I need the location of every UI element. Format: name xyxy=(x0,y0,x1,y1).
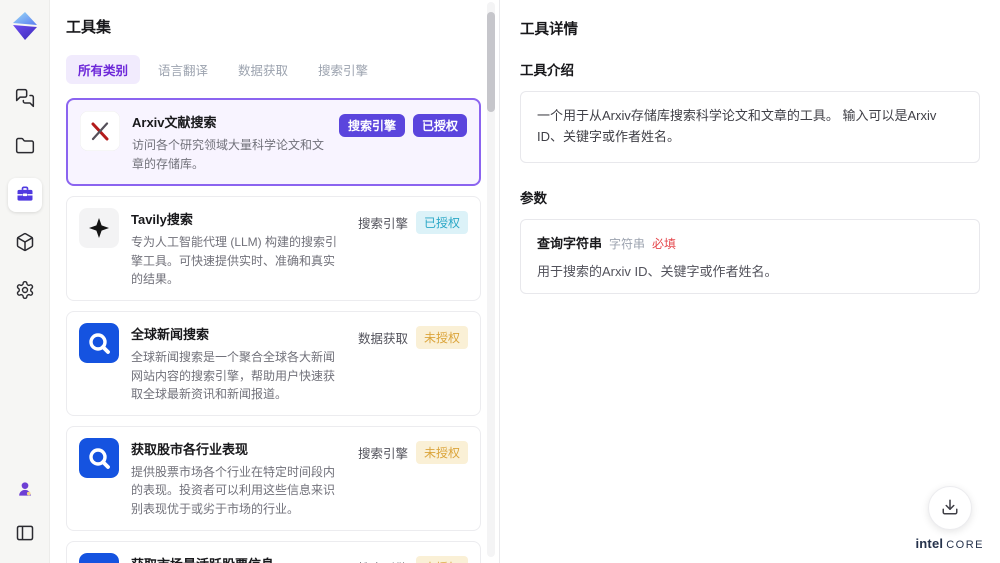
app-logo-icon xyxy=(9,10,41,42)
toolbox-icon xyxy=(15,184,35,207)
tool-list: Arxiv文献搜索 访问各个研究领域大量科学论文和文章的存储库。 搜索引擎 已授… xyxy=(66,98,499,563)
sidebar-item-files[interactable] xyxy=(8,130,42,164)
category-tabs: 所有类别 语言翻译 数据获取 搜索引擎 xyxy=(66,55,499,84)
tool-description: 提供股票市场各个行业在特定时间段内的表现。投资者可以利用这些信息来识别表现优于或… xyxy=(131,464,336,516)
settings-icon xyxy=(15,280,35,303)
brand-intel-text: intel xyxy=(915,536,944,551)
tool-icon xyxy=(79,208,119,249)
tool-list-scrollbar[interactable] xyxy=(487,2,495,557)
tool-name: Tavily搜索 xyxy=(131,212,193,228)
tool-auth-badge: 已授权 xyxy=(412,114,467,137)
sidebar-item-tools[interactable] xyxy=(7,178,42,212)
tool-category-badge: 搜索引擎 xyxy=(358,558,408,563)
tool-icon xyxy=(79,322,119,363)
tool-name: Arxiv文献搜索 xyxy=(132,115,217,130)
sidebar-nav xyxy=(7,82,42,308)
folder-icon xyxy=(15,136,35,159)
tool-icon xyxy=(80,111,120,151)
category-tab[interactable]: 数据获取 xyxy=(226,55,300,84)
tool-card[interactable]: Tavily搜索 专为人工智能代理 (LLM) 构建的搜索引擎工具。可快速提供实… xyxy=(66,196,481,301)
tool-card[interactable]: 全球新闻搜索 全球新闻搜索是一个聚合全球各大新闻网站内容的搜索引擎，帮助用户快速… xyxy=(66,310,481,416)
corner-widget: intel CORE xyxy=(915,486,984,551)
tool-description: 专为人工智能代理 (LLM) 构建的搜索引擎工具。可快速提供实时、准确和真实的结… xyxy=(131,235,338,287)
tool-description: 访问各个研究领域大量科学论文和文章的存储库。 xyxy=(132,138,325,171)
tool-name: 全球新闻搜索 xyxy=(131,326,210,342)
toolset-title: 工具集 xyxy=(66,19,112,36)
tool-card[interactable]: 获取股市各行业表现 提供股票市场各个行业在特定时间段内的表现。投资者可以利用这些… xyxy=(66,425,481,531)
category-tab[interactable]: 语言翻译 xyxy=(146,55,220,84)
tool-category-badge: 搜索引擎 xyxy=(357,446,408,461)
app-sidebar xyxy=(0,0,50,563)
tool-intro-box: 一个用于从Arxiv存储库搜索科学论文和文章的工具。 输入可以是Arxiv ID… xyxy=(520,91,980,163)
brand-core-text: CORE xyxy=(946,539,984,551)
sidebar-bottom xyxy=(8,473,42,551)
param-name: 查询字符串 xyxy=(537,235,603,251)
tool-icon xyxy=(79,552,119,563)
category-tab[interactable]: 所有类别 xyxy=(66,55,141,84)
chat-icon xyxy=(15,88,35,111)
tool-category-badge: 搜索引擎 xyxy=(357,217,408,232)
sidebar-item-chat[interactable] xyxy=(8,82,42,116)
param-required-badge: 必填 xyxy=(652,236,677,251)
intel-core-logo: intel CORE xyxy=(915,536,984,551)
tool-icon xyxy=(79,437,119,478)
tool-card[interactable]: Arxiv文献搜索 访问各个研究领域大量科学论文和文章的存储库。 搜索引擎 已授… xyxy=(66,98,481,187)
tool-category-badge: 数据获取 xyxy=(357,331,408,346)
tool-auth-badge: 未授权 xyxy=(415,555,468,563)
package-icon xyxy=(15,232,35,255)
download-button[interactable] xyxy=(927,486,972,530)
tool-card[interactable]: 获取市场最活跃股票信息 提供当天交易量最高的股票列表，投资者可以利用这些信息来识… xyxy=(66,540,481,563)
tool-description: 全球新闻搜索是一个聚合全球各大新闻网站内容的搜索引擎，帮助用户快速获取全球最新资… xyxy=(131,349,336,402)
panel-toggle-icon xyxy=(15,523,35,546)
intro-heading: 工具介绍 xyxy=(520,63,574,78)
param-type: 字符串 xyxy=(609,236,646,251)
param-description: 用于搜索的Arxiv ID、关键字或作者姓名。 xyxy=(537,263,778,279)
sidebar-item-packages[interactable] xyxy=(8,226,42,260)
download-icon xyxy=(941,498,959,519)
params-heading: 参数 xyxy=(520,190,547,206)
param-card: 查询字符串 字符串 必填 用于搜索的Arxiv ID、关键字或作者姓名。 xyxy=(520,218,980,294)
category-tab[interactable]: 搜索引擎 xyxy=(306,55,380,84)
sidebar-item-settings[interactable] xyxy=(8,274,42,308)
toolset-panel: 工具集 所有类别 语言翻译 数据获取 搜索引擎 Arxiv文献搜索 访问各个研究… xyxy=(50,0,500,563)
params-list: 查询字符串 字符串 必填 用于搜索的Arxiv ID、关键字或作者姓名。 xyxy=(520,218,980,294)
tool-name: 获取股市各行业表现 xyxy=(131,441,249,457)
tool-category-badge: 搜索引擎 xyxy=(338,114,405,137)
tool-name: 获取市场最活跃股票信息 xyxy=(131,554,346,563)
user-avatar-icon xyxy=(15,479,35,502)
tool-details-panel: 工具详情 工具介绍 一个用于从Arxiv存储库搜索科学论文和文章的工具。 输入可… xyxy=(500,0,1000,563)
details-title: 工具详情 xyxy=(520,22,578,38)
scrollbar-thumb[interactable] xyxy=(487,12,495,112)
tool-auth-badge: 已授权 xyxy=(415,211,468,235)
panel-toggle-button[interactable] xyxy=(8,517,42,551)
tool-auth-badge: 未授权 xyxy=(415,440,468,464)
tool-auth-badge: 未授权 xyxy=(415,325,468,349)
user-avatar[interactable] xyxy=(8,473,42,507)
